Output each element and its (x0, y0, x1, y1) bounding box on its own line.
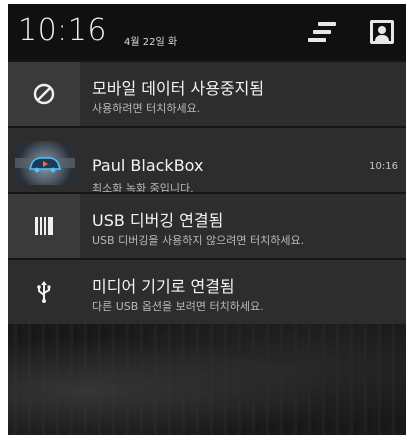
notification-paul-blackbox[interactable]: Paul BlackBox 최소화 녹화 중입니다. 10:16 (8, 128, 406, 195)
notification-subtitle: 사용하려면 터치하세요. (92, 102, 201, 115)
shade-header: 10:16 4월 22일 화 (8, 4, 406, 60)
block-icon (8, 62, 80, 126)
usb-debug-icon (8, 194, 80, 258)
home-screen-backdrop (8, 324, 406, 435)
user-profile-icon[interactable] (370, 20, 394, 44)
notification-shade: 10:16 4월 22일 화 모바일 데이터 사용중지됨 사용하려면 터치하세요… (8, 4, 406, 435)
date-label: 4월 22일 화 (124, 37, 178, 48)
notification-usb-debugging[interactable]: USB 디버깅 연결됨 USB 디버깅을 사용하지 않으려면 터치하세요. (8, 194, 406, 258)
device-frame: 10:16 4월 22일 화 모바일 데이터 사용중지됨 사용하려면 터치하세요… (0, 0, 415, 435)
quick-settings-toggle-icon[interactable] (308, 22, 336, 46)
usb-icon (8, 260, 80, 324)
notification-subtitle: 다른 USB 옵션을 보려면 터치하세요. (92, 300, 264, 313)
notification-media-device[interactable]: 미디어 기기로 연결됨 다른 USB 옵션을 보려면 터치하세요. (8, 260, 406, 324)
notification-time: 10:16 (369, 161, 398, 172)
notification-title: 모바일 데이터 사용중지됨 (92, 79, 265, 98)
notification-title: Paul BlackBox (92, 156, 204, 175)
notification-title: USB 디버깅 연결됨 (92, 211, 224, 230)
notification-title: 미디어 기기로 연결됨 (92, 277, 235, 296)
notification-mobile-data[interactable]: 모바일 데이터 사용중지됨 사용하려면 터치하세요. (8, 62, 406, 126)
clock: 10:16 (18, 13, 107, 48)
paul-blackbox-app-icon (8, 128, 80, 192)
notification-subtitle: USB 디버깅을 사용하지 않으려면 터치하세요. (92, 234, 305, 247)
